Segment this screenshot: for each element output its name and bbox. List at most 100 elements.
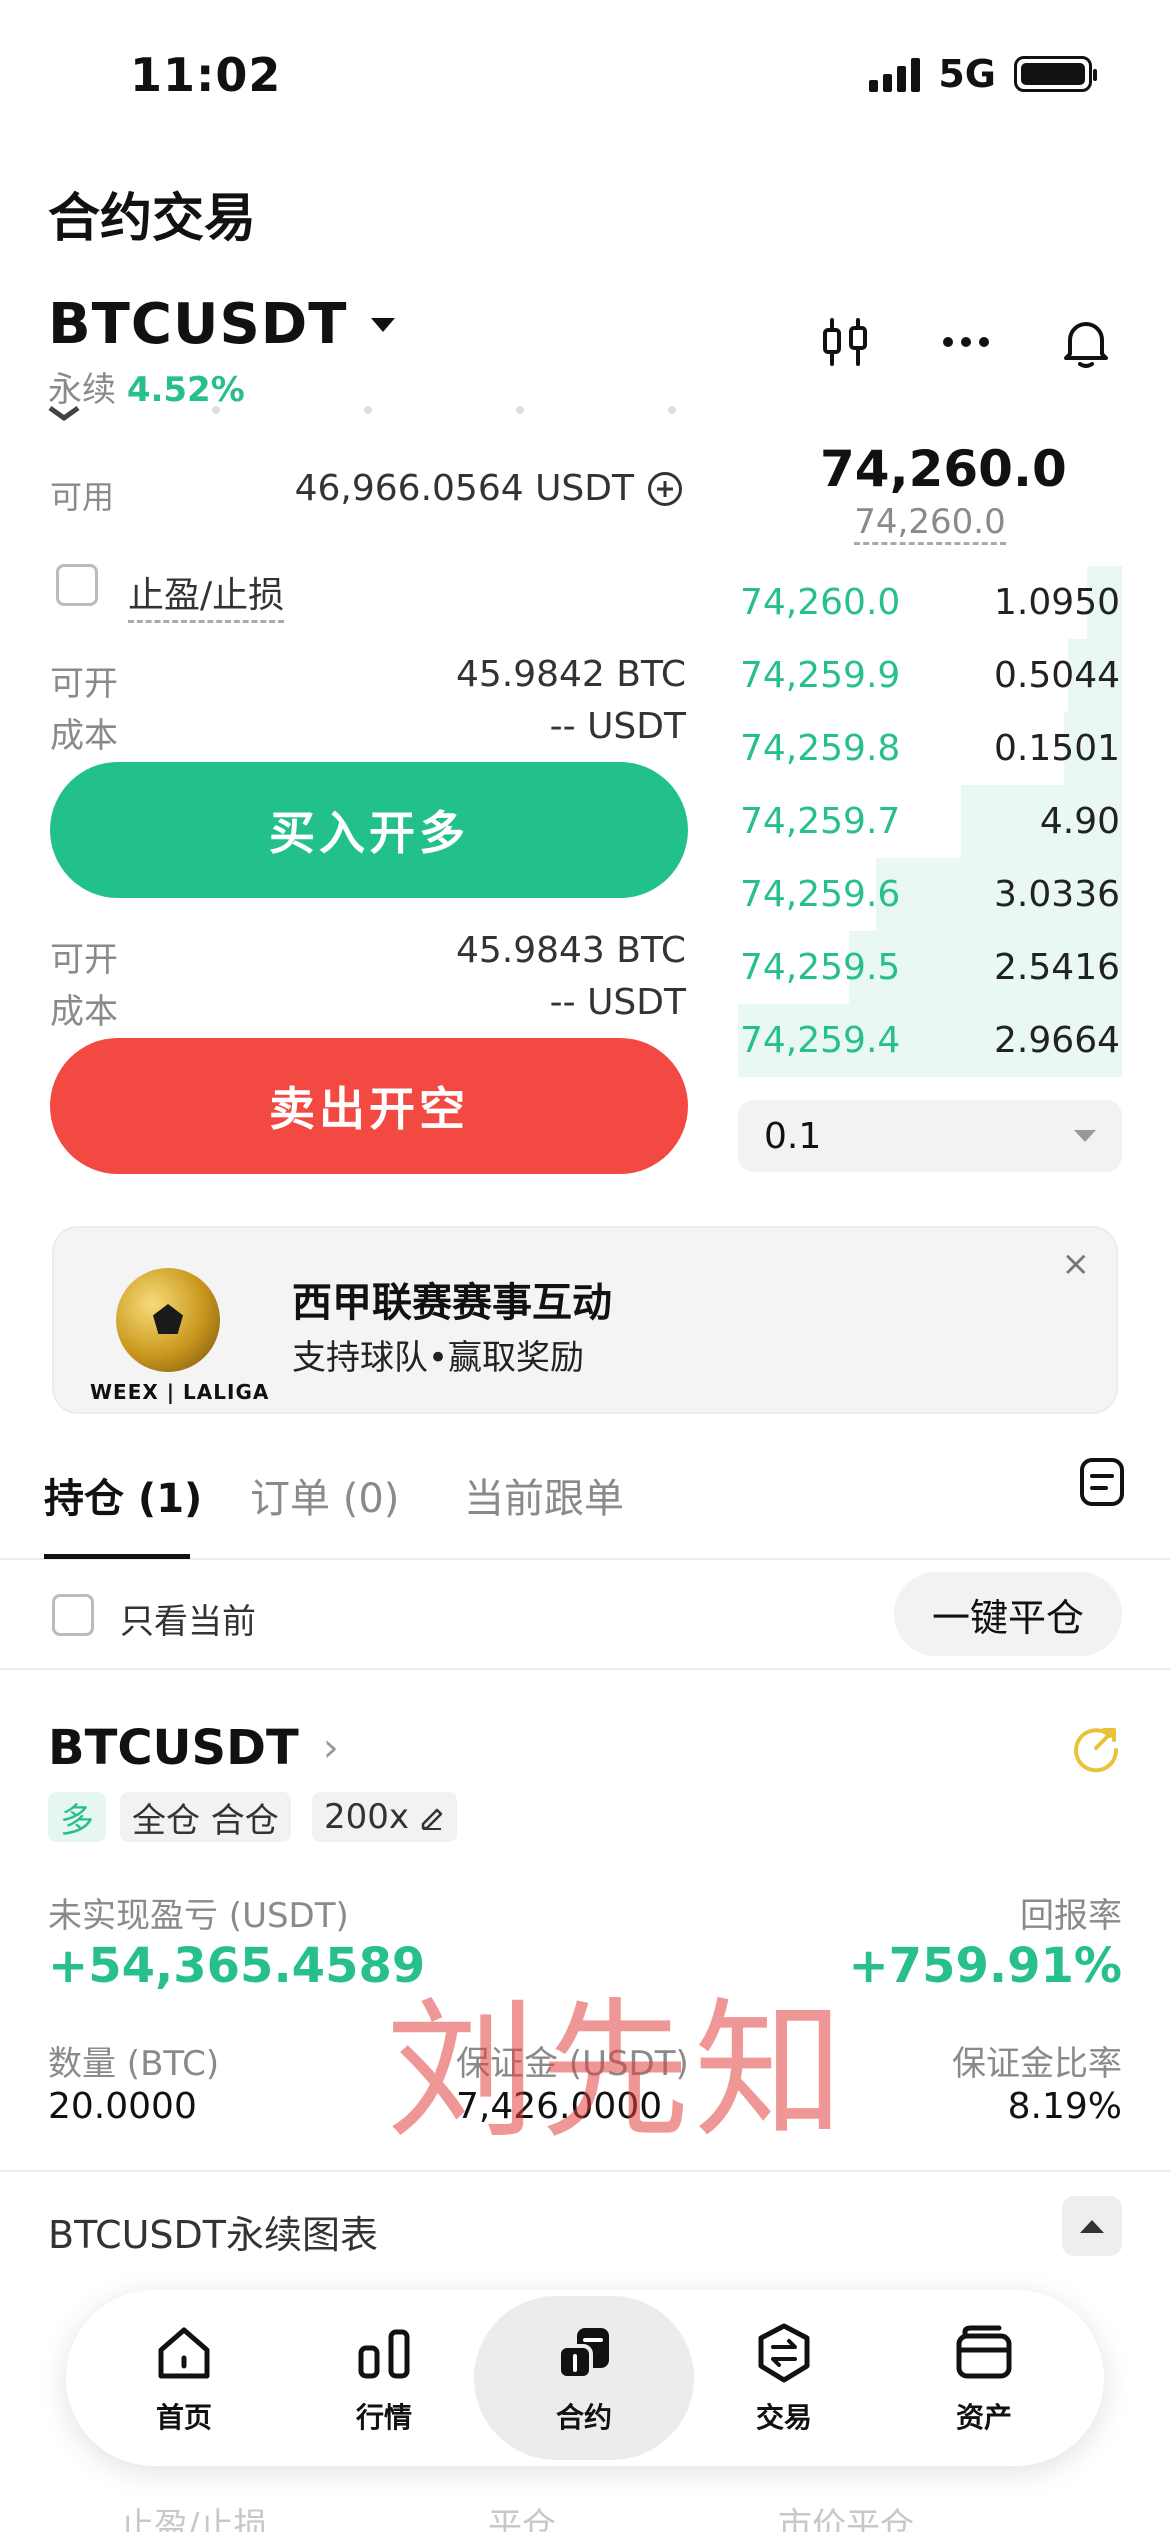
available-value: 46,966.0564 USDT <box>294 468 634 509</box>
bid-quantity: 1.0950 <box>994 582 1120 623</box>
candlestick-chart-icon[interactable] <box>816 312 876 372</box>
section-divider <box>0 1668 1170 1670</box>
peek-market-close-button[interactable]: 市价平仓 <box>778 2498 914 2532</box>
symbol-selector[interactable]: BTCUSDT <box>48 292 396 357</box>
bid-price: 74,259.9 <box>740 655 901 696</box>
orderbook-row[interactable]: 74,260.0 1.0950 <box>738 566 1122 639</box>
status-time: 11:02 <box>130 48 282 102</box>
sell-short-button[interactable]: 卖出开空 <box>50 1038 688 1174</box>
edit-icon <box>421 1808 443 1830</box>
quantity-label: 数量 (BTC) <box>48 2044 220 2084</box>
depth-value: 0.1 <box>764 1115 822 1157</box>
status-indicators: 5G <box>869 52 1097 96</box>
caret-down-icon <box>371 317 396 332</box>
tab-positions[interactable]: 持仓 (1) <box>44 1466 202 1524</box>
mark-price[interactable]: 74,260.0 <box>820 502 1040 545</box>
close-icon[interactable]: × <box>1062 1244 1091 1284</box>
nav-futures-label: 合约 <box>555 2401 612 2434</box>
orderbook-row[interactable]: 74,259.8 0.1501 <box>738 712 1122 785</box>
buy-long-button[interactable]: 买入开多 <box>50 762 688 898</box>
nav-exchange[interactable]: 交易 <box>714 2320 854 2436</box>
collapse-chart-button[interactable] <box>1062 2196 1122 2256</box>
banner-title: 西甲联赛赛事互动 <box>292 1280 612 1326</box>
transfer-plus-icon[interactable] <box>648 471 682 506</box>
home-icon <box>158 2327 210 2379</box>
upnl-label: 未实现盈亏 (USDT) <box>48 1896 349 1936</box>
battery-icon <box>1014 56 1097 92</box>
peek-close-button[interactable]: 平仓 <box>488 2498 556 2532</box>
watermark-text: 刘先知 <box>386 1985 849 2159</box>
orderbook-row[interactable]: 74,259.5 2.5416 <box>738 931 1122 1004</box>
orderbook-row[interactable]: 74,259.7 4.90 <box>738 785 1122 858</box>
leverage-value: 200x <box>324 1797 410 1837</box>
buy-open-label: 可开 <box>50 664 118 704</box>
orderbook-row[interactable]: 74,259.4 2.9664 <box>738 1004 1122 1077</box>
position-symbol[interactable]: BTCUSDT › <box>48 1720 339 1776</box>
bid-price: 74,259.7 <box>740 801 901 842</box>
bid-quantity: 3.0336 <box>994 874 1120 915</box>
bid-price: 74,259.4 <box>740 1020 901 1061</box>
exchange-icon <box>758 2323 810 2383</box>
bid-price: 74,259.5 <box>740 947 901 988</box>
network-type: 5G <box>938 52 996 96</box>
only-current-label: 只看当前 <box>120 1602 256 1642</box>
roe-value: +759.91% <box>848 1938 1122 1994</box>
margin-ratio-label: 保证金比率 <box>952 2044 1122 2084</box>
last-price: 74,260.0 <box>820 440 1067 498</box>
side-badge: 多 <box>48 1792 106 1842</box>
nav-market-label: 行情 <box>355 2401 412 2434</box>
nav-market[interactable]: 行情 <box>314 2320 454 2436</box>
sell-cost-value: -- USDT <box>549 982 686 1023</box>
buy-cost-label: 成本 <box>50 716 118 756</box>
bid-price: 74,260.0 <box>740 582 901 623</box>
bid-quantity: 2.5416 <box>994 947 1120 988</box>
page-title: 合约交易 <box>48 189 257 249</box>
upnl-value: +54,365.4589 <box>48 1938 426 1994</box>
chart-divider <box>0 2170 1170 2172</box>
nav-futures[interactable]: 合约 <box>514 2320 654 2436</box>
tpsl-label[interactable]: 止盈/止损 <box>128 566 285 623</box>
roe-label: 回报率 <box>1020 1896 1122 1936</box>
orderbook-row[interactable]: 74,259.9 0.5044 <box>738 639 1122 712</box>
active-tab-indicator <box>44 1554 190 1559</box>
promo-banner[interactable]: WEEX | LALIGA 西甲联赛赛事互动 支持球队•赢取奖励 × <box>52 1226 1118 1414</box>
bid-quantity: 2.9664 <box>994 1020 1120 1061</box>
sell-open-value: 45.9843 BTC <box>455 930 686 971</box>
leverage-badge[interactable]: 200x <box>312 1792 458 1842</box>
bid-quantity: 0.1501 <box>994 728 1120 769</box>
bid-quantity: 4.90 <box>1039 801 1120 842</box>
mark-price-value: 74,260.0 <box>854 502 1006 545</box>
bid-price: 74,259.8 <box>740 728 901 769</box>
nav-assets-label: 资产 <box>955 2401 1012 2434</box>
dropdown-icon <box>1074 1130 1096 1142</box>
order-history-icon[interactable] <box>1078 1456 1126 1508</box>
soccer-ball-image <box>116 1268 220 1372</box>
nav-assets[interactable]: 资产 <box>914 2320 1054 2436</box>
more-icon[interactable] <box>936 312 996 372</box>
bid-quantity: 0.5044 <box>994 655 1120 696</box>
leverage-slider[interactable] <box>48 404 688 424</box>
nav-home-label: 首页 <box>155 2401 212 2434</box>
share-icon[interactable] <box>1070 1722 1122 1774</box>
close-all-button[interactable]: 一键平仓 <box>894 1572 1122 1656</box>
sell-cost-label: 成本 <box>50 992 118 1032</box>
peek-tpsl-button[interactable]: 止盈/止损 <box>120 2498 267 2532</box>
tab-orders[interactable]: 订单 (0) <box>250 1466 399 1524</box>
nav-home[interactable]: 首页 <box>114 2320 254 2436</box>
banner-brand: WEEX | LALIGA <box>90 1380 270 1404</box>
margin-mode-badge: 全仓 合仓 <box>120 1792 291 1842</box>
wallet-icon <box>956 2325 1012 2379</box>
bell-icon[interactable] <box>1056 312 1116 372</box>
signal-icon <box>869 56 921 92</box>
available-label: 可用 <box>50 478 115 516</box>
tab-copy-trading[interactable]: 当前跟单 <box>464 1466 624 1524</box>
margin-ratio-value: 8.19% <box>1007 2086 1122 2127</box>
nav-exchange-label: 交易 <box>755 2401 812 2434</box>
only-current-checkbox[interactable] <box>52 1594 94 1636</box>
chevron-up-icon <box>1080 2219 1104 2233</box>
orderbook-row[interactable]: 74,259.6 3.0336 <box>738 858 1122 931</box>
available-balance: 46,966.0564 USDT <box>295 468 682 509</box>
tpsl-checkbox[interactable] <box>56 564 98 606</box>
depth-precision-select[interactable]: 0.1 <box>738 1100 1122 1172</box>
symbol-name: BTCUSDT <box>48 292 348 357</box>
